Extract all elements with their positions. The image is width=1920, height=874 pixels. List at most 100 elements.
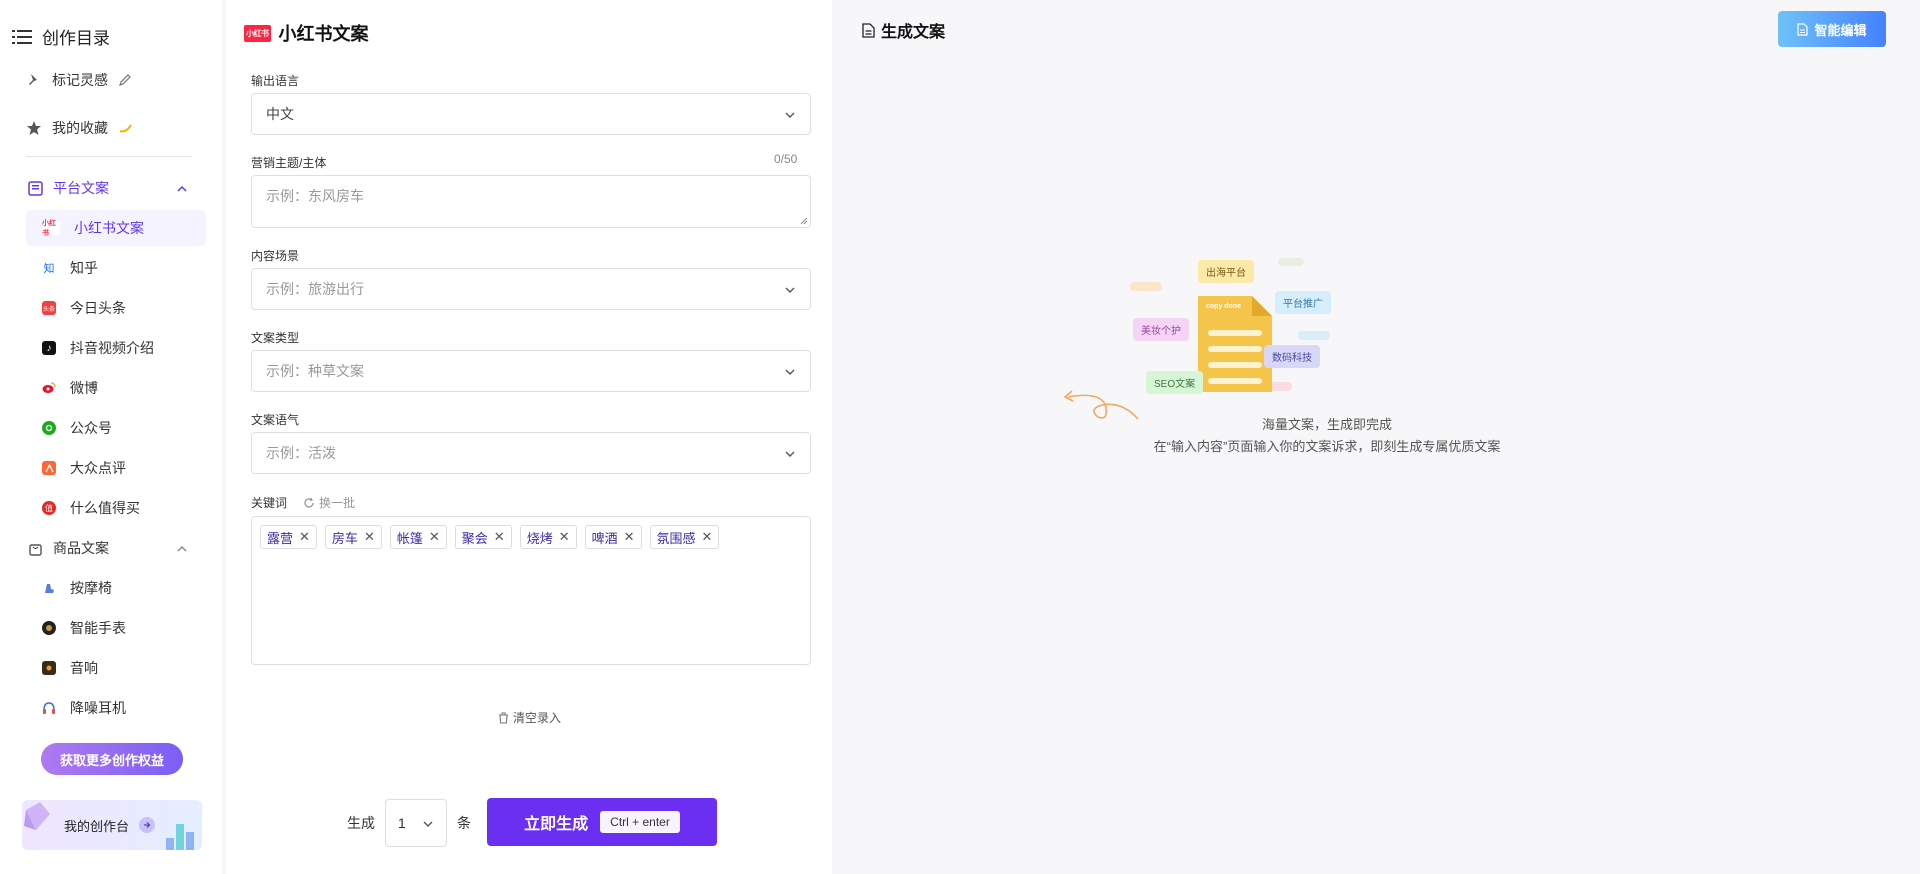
crystal-icon	[24, 802, 50, 830]
close-icon[interactable]: ✕	[559, 529, 570, 545]
speaker-icon	[42, 661, 56, 675]
sidebar-item-label: 微博	[70, 380, 98, 396]
close-icon[interactable]: ✕	[429, 529, 440, 545]
product-group-label: 商品文案	[53, 540, 109, 556]
shortcut-hint: Ctrl + enter	[600, 811, 680, 833]
pencil-icon	[119, 74, 131, 86]
sidebar-item-weibo[interactable]: 微博	[26, 370, 206, 406]
generate-suffix: 条	[457, 815, 471, 831]
toutiao-icon: 头条	[42, 301, 56, 315]
keyword-text: 房车	[331, 530, 358, 546]
keyword-tag: 聚会 ✕	[454, 525, 512, 549]
scene-placeholder: 示例：旅游出行	[266, 281, 364, 297]
close-icon[interactable]: ✕	[702, 529, 713, 545]
sidebar-item-label: 智能手表	[70, 620, 126, 636]
studio-card-label: 我的创作台	[64, 818, 130, 834]
curly-arrow-icon	[1063, 390, 1139, 420]
sidebar-item-headphones[interactable]: 降噪耳机	[26, 690, 206, 726]
chevron-down-icon	[784, 106, 796, 122]
result-header: 生成文案	[862, 18, 945, 42]
keyword-text: 氛围感	[656, 530, 696, 546]
close-icon[interactable]: ✕	[494, 529, 505, 545]
topic-input[interactable]: 示例：东风房车	[251, 175, 811, 228]
keyword-tag: 氛围感 ✕	[649, 525, 720, 549]
scene-select[interactable]: 示例：旅游出行	[251, 268, 811, 310]
chevron-down-icon	[784, 363, 796, 379]
refresh-icon	[304, 497, 314, 508]
page-title: 小红书文案	[278, 24, 369, 44]
language-value: 中文	[266, 106, 294, 122]
sidebar-item-label: 抖音视频介绍	[70, 340, 154, 356]
illustration-pill: 数码科技	[1264, 345, 1320, 368]
smart-edit-button[interactable]: 智能编辑	[1778, 11, 1886, 47]
close-icon[interactable]: ✕	[624, 529, 635, 545]
get-more-rights-button[interactable]: 获取更多创作权益	[41, 743, 183, 775]
keyword-text: 露营	[267, 530, 294, 546]
refresh-keywords-button[interactable]: 换一批	[303, 494, 355, 511]
my-studio-card[interactable]: 我的创作台	[22, 800, 202, 850]
favorites-item[interactable]: 我的收藏	[26, 118, 134, 138]
scene-label: 内容场景	[251, 249, 300, 263]
sidebar-item-zhihu[interactable]: 知 知乎	[26, 250, 206, 286]
xiaohongshu-icon: 小红书	[42, 220, 60, 237]
dianping-icon	[42, 461, 56, 475]
sidebar-item-label: 什么值得买	[70, 500, 140, 516]
keyword-tag: 帐篷 ✕	[389, 525, 447, 549]
language-select[interactable]: 中文	[251, 93, 811, 135]
sidebar-item-smzdm[interactable]: 值 什么值得买	[26, 490, 206, 526]
sidebar-divider	[26, 156, 192, 157]
result-panel: 生成文案 智能编辑 copy done 出海平台 平台推广 美妆个护 数码科技 …	[832, 0, 1920, 874]
douyin-icon: ♪	[42, 341, 56, 355]
sidebar-item-dianping[interactable]: 大众点评	[26, 450, 206, 486]
clear-input-button[interactable]: 清空录入	[498, 709, 561, 726]
document-icon	[862, 22, 875, 38]
type-select[interactable]: 示例：种草文案	[251, 350, 811, 392]
keyword-text: 啤酒	[591, 530, 618, 546]
tone-select[interactable]: 示例：活泼	[251, 432, 811, 474]
product-group-header[interactable]: 商品文案	[28, 538, 188, 558]
sidebar-item-label: 公众号	[70, 420, 112, 436]
smartwatch-icon	[42, 621, 56, 635]
wechat-icon	[42, 421, 56, 435]
headphones-icon	[42, 701, 56, 715]
weibo-icon	[42, 381, 56, 395]
sidebar: 创作目录 标记灵感 我的收藏 平台文案 小红书 小红书文案 知 知乎 头条 今日…	[0, 0, 222, 874]
keyword-text: 聚会	[461, 530, 488, 546]
star-icon	[27, 121, 41, 135]
sidebar-item-label: 小红书文案	[74, 220, 144, 236]
sidebar-item-toutiao[interactable]: 头条 今日头条	[26, 290, 206, 326]
sidebar-item-smartwatch[interactable]: 智能手表	[26, 610, 206, 646]
document-platform-icon	[28, 180, 43, 196]
inspiration-item[interactable]: 标记灵感	[26, 70, 132, 90]
keywords-label: 关键词	[251, 496, 288, 510]
chevron-up-icon	[176, 540, 188, 556]
pill-bg-2	[1278, 258, 1304, 266]
sidebar-item-speaker[interactable]: 音响	[26, 650, 206, 686]
close-icon[interactable]: ✕	[364, 529, 375, 545]
smzdm-icon: 值	[42, 501, 56, 515]
platform-group-header[interactable]: 平台文案	[28, 178, 188, 198]
generate-button[interactable]: 立即生成 Ctrl + enter	[487, 798, 717, 846]
doc-text: copy done	[1206, 303, 1242, 310]
clear-label: 清空录入	[513, 711, 562, 725]
sidebar-item-douyin[interactable]: ♪ 抖音视频介绍	[26, 330, 206, 366]
chevron-down-icon	[784, 445, 796, 461]
arrow-right-icon	[139, 817, 156, 833]
keywords-box[interactable]: 露营 ✕ 房车 ✕ 帐篷 ✕ 聚会 ✕ 烧烤 ✕ 啤酒 ✕ 氛围感 ✕	[251, 516, 811, 665]
close-icon[interactable]: ✕	[299, 529, 310, 545]
inspiration-label: 标记灵感	[52, 72, 108, 88]
resize-handle-icon[interactable]	[800, 217, 808, 225]
sidebar-item-label: 知乎	[70, 260, 98, 276]
count-select[interactable]: 1	[385, 799, 447, 847]
sidebar-item-xiaohongshu[interactable]: 小红书 小红书文案	[26, 210, 206, 246]
sidebar-item-wechat[interactable]: 公众号	[26, 410, 206, 446]
count-value: 1	[398, 815, 406, 831]
pin-icon	[29, 74, 37, 85]
sidebar-item-massage-chair[interactable]: 按摩椅	[26, 570, 206, 606]
empty-state-title: 海量文案，生成即完成	[1261, 417, 1392, 432]
keyword-text: 烧烤	[526, 530, 553, 546]
sidebar-item-label: 音响	[70, 660, 98, 676]
sidebar-item-label: 今日头条	[70, 300, 126, 316]
menu-list-icon	[12, 29, 32, 44]
generate-count-row: 生成 1 条	[347, 799, 471, 847]
